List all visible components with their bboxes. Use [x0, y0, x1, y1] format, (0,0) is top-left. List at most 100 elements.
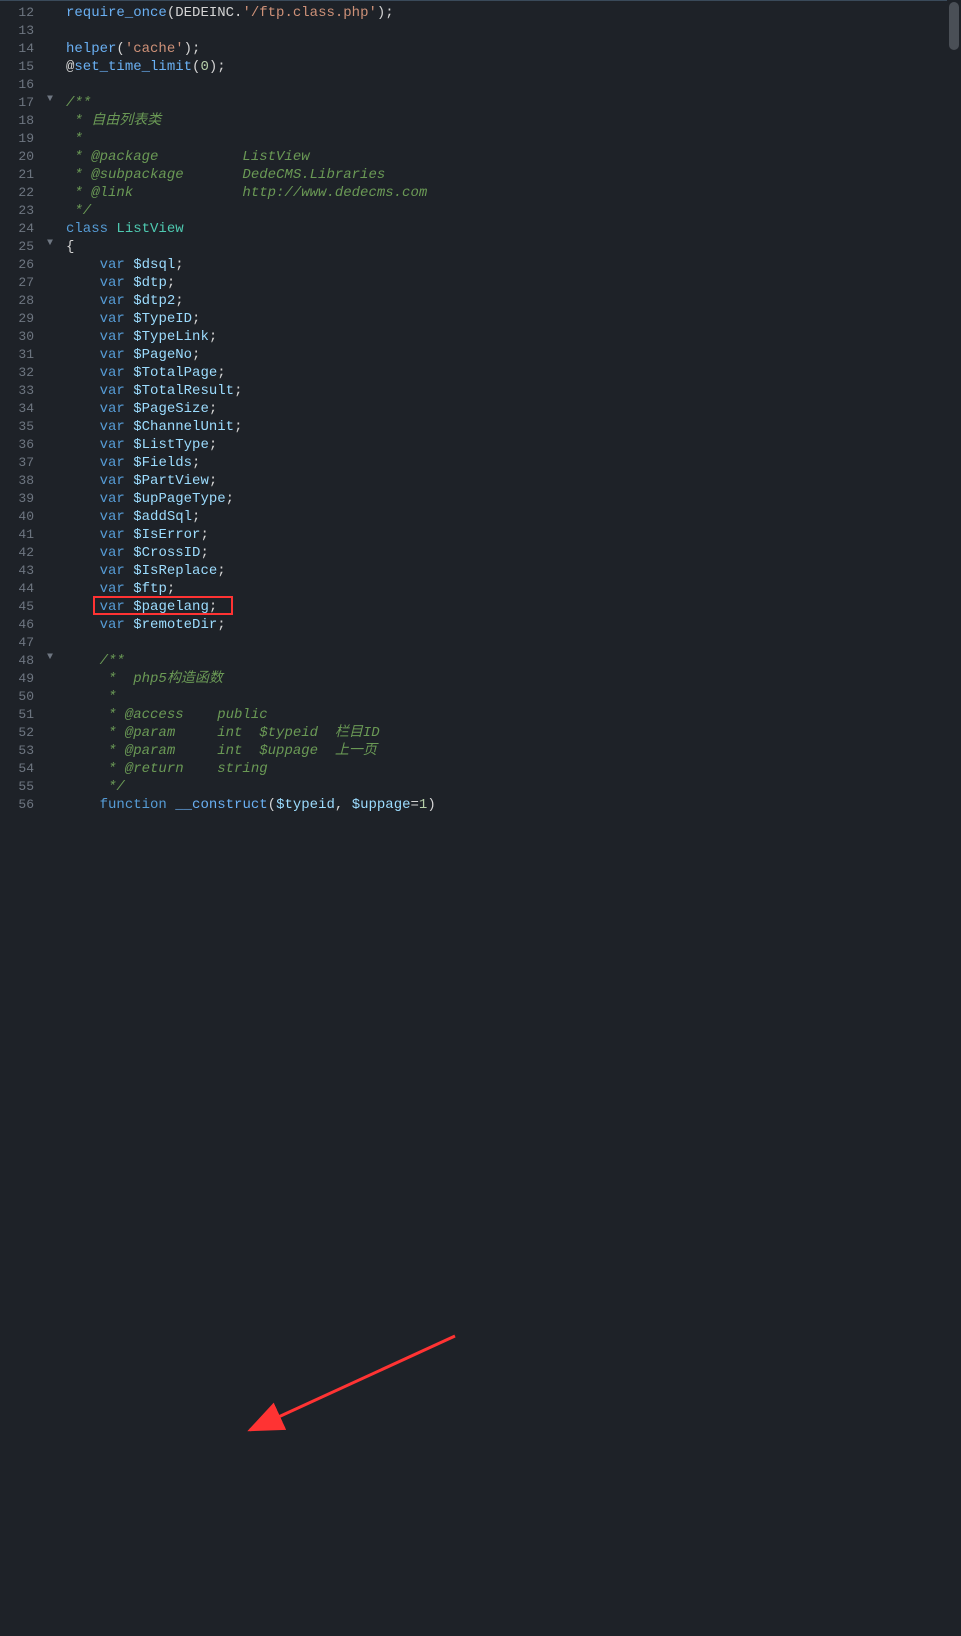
code-line[interactable]: helper('cache'); [66, 40, 953, 58]
code-line[interactable]: * @access public [66, 706, 953, 724]
code-line[interactable]: */ [66, 202, 953, 220]
fold-marker [42, 685, 58, 703]
fold-marker [42, 379, 58, 397]
code-line[interactable]: * [66, 130, 953, 148]
code-line[interactable]: var $PageNo; [66, 346, 953, 364]
fold-marker [42, 55, 58, 73]
line-number: 33 [4, 382, 34, 400]
line-number: 47 [4, 634, 34, 652]
code-line[interactable]: class ListView [66, 220, 953, 238]
code-line[interactable]: * 自由列表类 [66, 112, 953, 130]
line-number: 50 [4, 688, 34, 706]
code-area[interactable]: require_once(DEDEINC.'/ftp.class.php');h… [58, 1, 961, 818]
line-number: 46 [4, 616, 34, 634]
fold-marker [42, 163, 58, 181]
code-line[interactable]: var $IsReplace; [66, 562, 953, 580]
line-number: 28 [4, 292, 34, 310]
line-number: 54 [4, 760, 34, 778]
line-number-gutter: 1213141516171819202122232425262728293031… [0, 1, 42, 818]
code-line[interactable]: var $remoteDir; [66, 616, 953, 634]
fold-marker [42, 541, 58, 559]
line-number: 30 [4, 328, 34, 346]
code-line[interactable]: * @param int $typeid 栏目ID [66, 724, 953, 742]
code-line[interactable] [66, 76, 953, 94]
fold-marker [42, 559, 58, 577]
fold-marker [42, 487, 58, 505]
code-line[interactable]: * @param int $uppage 上一页 [66, 742, 953, 760]
vertical-scrollbar[interactable] [947, 0, 961, 818]
fold-marker [42, 631, 58, 649]
fold-marker [42, 775, 58, 793]
line-number: 23 [4, 202, 34, 220]
code-line[interactable]: var $IsError; [66, 526, 953, 544]
fold-marker [42, 397, 58, 415]
code-line[interactable]: * [66, 688, 953, 706]
line-number: 45 [4, 598, 34, 616]
code-editor[interactable]: 1213141516171819202122232425262728293031… [0, 0, 961, 818]
code-line[interactable]: var $PageSize; [66, 400, 953, 418]
fold-marker[interactable]: ▼ [42, 91, 58, 109]
code-line[interactable]: * @subpackage DedeCMS.Libraries [66, 166, 953, 184]
fold-marker [42, 793, 58, 811]
code-line[interactable]: /** [66, 94, 953, 112]
code-line[interactable]: /** [66, 652, 953, 670]
code-line[interactable]: * @link http://www.dedecms.com [66, 184, 953, 202]
line-number: 32 [4, 364, 34, 382]
code-line[interactable]: var $TypeLink; [66, 328, 953, 346]
code-line[interactable]: * @return string [66, 760, 953, 778]
fold-marker[interactable]: ▼ [42, 235, 58, 253]
fold-marker [42, 325, 58, 343]
code-line[interactable]: var $dtp2; [66, 292, 953, 310]
code-line[interactable] [66, 634, 953, 652]
code-line[interactable]: var $Fields; [66, 454, 953, 472]
code-line[interactable]: @set_time_limit(0); [66, 58, 953, 76]
line-number: 14 [4, 40, 34, 58]
fold-marker [42, 343, 58, 361]
code-line[interactable]: var $upPageType; [66, 490, 953, 508]
fold-marker [42, 361, 58, 379]
code-line[interactable]: var $pagelang; [66, 598, 953, 616]
code-line[interactable]: var $PartView; [66, 472, 953, 490]
code-line[interactable]: var $dsql; [66, 256, 953, 274]
code-line[interactable]: * @package ListView [66, 148, 953, 166]
line-number: 20 [4, 148, 34, 166]
code-line[interactable] [66, 22, 953, 40]
fold-column[interactable]: ▼ ▼ ▼ [42, 1, 58, 818]
fold-marker [42, 577, 58, 595]
fold-marker [42, 1, 58, 19]
code-line[interactable]: */ [66, 778, 953, 796]
line-number: 13 [4, 22, 34, 40]
fold-marker [42, 505, 58, 523]
code-line[interactable]: { [66, 238, 953, 256]
code-line[interactable]: var $ChannelUnit; [66, 418, 953, 436]
line-number: 17 [4, 94, 34, 112]
line-number: 15 [4, 58, 34, 76]
line-number: 55 [4, 778, 34, 796]
code-line[interactable]: var $dtp; [66, 274, 953, 292]
code-line[interactable]: * php5构造函数 [66, 670, 953, 688]
line-number: 27 [4, 274, 34, 292]
line-number: 51 [4, 706, 34, 724]
code-line[interactable]: require_once(DEDEINC.'/ftp.class.php'); [66, 4, 953, 22]
line-number: 37 [4, 454, 34, 472]
code-line[interactable]: function __construct($typeid, $uppage=1) [66, 796, 953, 814]
fold-marker [42, 523, 58, 541]
line-number: 34 [4, 400, 34, 418]
line-number: 44 [4, 580, 34, 598]
line-number: 52 [4, 724, 34, 742]
code-line[interactable]: var $addSql; [66, 508, 953, 526]
line-number: 35 [4, 418, 34, 436]
code-line[interactable]: var $TypeID; [66, 310, 953, 328]
line-number: 31 [4, 346, 34, 364]
fold-marker [42, 721, 58, 739]
code-line[interactable]: var $ftp; [66, 580, 953, 598]
code-line[interactable]: var $CrossID; [66, 544, 953, 562]
scrollbar-thumb[interactable] [949, 2, 959, 50]
code-line[interactable]: var $TotalResult; [66, 382, 953, 400]
line-number: 18 [4, 112, 34, 130]
fold-marker[interactable]: ▼ [42, 649, 58, 667]
code-line[interactable]: var $TotalPage; [66, 364, 953, 382]
line-number: 39 [4, 490, 34, 508]
code-line[interactable]: var $ListType; [66, 436, 953, 454]
line-number: 40 [4, 508, 34, 526]
